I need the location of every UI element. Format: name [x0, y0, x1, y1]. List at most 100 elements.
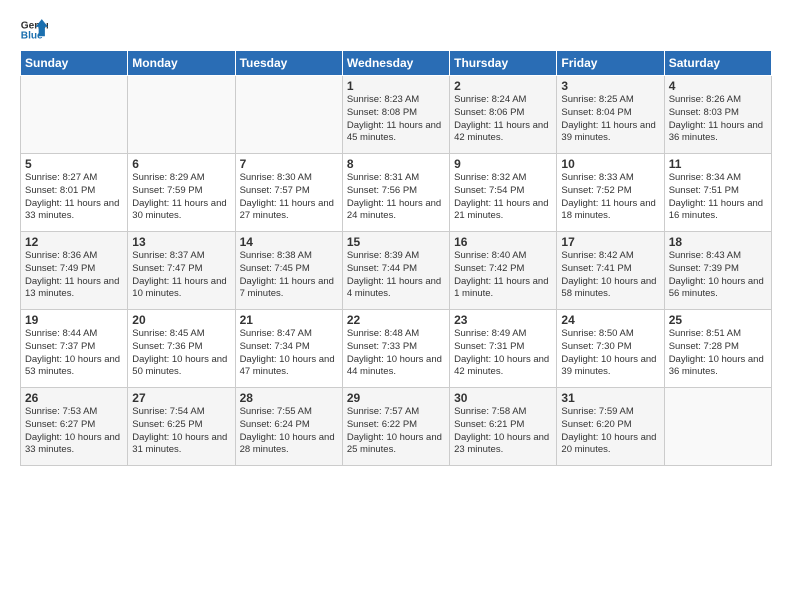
- day-info: Sunrise: 8:38 AM Sunset: 7:45 PM Dayligh…: [240, 250, 338, 301]
- day-info: Sunrise: 8:42 AM Sunset: 7:41 PM Dayligh…: [561, 250, 659, 301]
- day-number: 22: [347, 313, 445, 327]
- weekday-header-row: SundayMondayTuesdayWednesdayThursdayFrid…: [21, 51, 772, 76]
- day-info: Sunrise: 8:24 AM Sunset: 8:06 PM Dayligh…: [454, 94, 552, 145]
- day-number: 15: [347, 235, 445, 249]
- day-number: 1: [347, 79, 445, 93]
- header: General Blue: [20, 16, 772, 44]
- calendar-cell: 4Sunrise: 8:26 AM Sunset: 8:03 PM Daylig…: [664, 76, 771, 154]
- weekday-friday: Friday: [557, 51, 664, 76]
- day-info: Sunrise: 8:32 AM Sunset: 7:54 PM Dayligh…: [454, 172, 552, 223]
- day-number: 26: [25, 391, 123, 405]
- weekday-wednesday: Wednesday: [342, 51, 449, 76]
- calendar-cell: 28Sunrise: 7:55 AM Sunset: 6:24 PM Dayli…: [235, 388, 342, 466]
- day-number: 6: [132, 157, 230, 171]
- day-number: 12: [25, 235, 123, 249]
- day-info: Sunrise: 7:59 AM Sunset: 6:20 PM Dayligh…: [561, 406, 659, 457]
- calendar-cell: [235, 76, 342, 154]
- day-info: Sunrise: 8:47 AM Sunset: 7:34 PM Dayligh…: [240, 328, 338, 379]
- day-info: Sunrise: 8:40 AM Sunset: 7:42 PM Dayligh…: [454, 250, 552, 301]
- calendar-table: SundayMondayTuesdayWednesdayThursdayFrid…: [20, 50, 772, 466]
- calendar-week-5: 26Sunrise: 7:53 AM Sunset: 6:27 PM Dayli…: [21, 388, 772, 466]
- day-number: 7: [240, 157, 338, 171]
- day-info: Sunrise: 8:37 AM Sunset: 7:47 PM Dayligh…: [132, 250, 230, 301]
- day-number: 5: [25, 157, 123, 171]
- calendar-week-1: 1Sunrise: 8:23 AM Sunset: 8:08 PM Daylig…: [21, 76, 772, 154]
- calendar-cell: 12Sunrise: 8:36 AM Sunset: 7:49 PM Dayli…: [21, 232, 128, 310]
- day-number: 10: [561, 157, 659, 171]
- calendar-cell: 26Sunrise: 7:53 AM Sunset: 6:27 PM Dayli…: [21, 388, 128, 466]
- calendar-cell: [664, 388, 771, 466]
- day-info: Sunrise: 7:54 AM Sunset: 6:25 PM Dayligh…: [132, 406, 230, 457]
- day-info: Sunrise: 8:30 AM Sunset: 7:57 PM Dayligh…: [240, 172, 338, 223]
- day-number: 3: [561, 79, 659, 93]
- calendar-cell: 18Sunrise: 8:43 AM Sunset: 7:39 PM Dayli…: [664, 232, 771, 310]
- day-info: Sunrise: 8:36 AM Sunset: 7:49 PM Dayligh…: [25, 250, 123, 301]
- day-number: 18: [669, 235, 767, 249]
- calendar-cell: 20Sunrise: 8:45 AM Sunset: 7:36 PM Dayli…: [128, 310, 235, 388]
- day-info: Sunrise: 7:57 AM Sunset: 6:22 PM Dayligh…: [347, 406, 445, 457]
- day-info: Sunrise: 8:33 AM Sunset: 7:52 PM Dayligh…: [561, 172, 659, 223]
- day-info: Sunrise: 8:29 AM Sunset: 7:59 PM Dayligh…: [132, 172, 230, 223]
- day-number: 13: [132, 235, 230, 249]
- weekday-tuesday: Tuesday: [235, 51, 342, 76]
- calendar-cell: 25Sunrise: 8:51 AM Sunset: 7:28 PM Dayli…: [664, 310, 771, 388]
- day-info: Sunrise: 8:43 AM Sunset: 7:39 PM Dayligh…: [669, 250, 767, 301]
- calendar-cell: 14Sunrise: 8:38 AM Sunset: 7:45 PM Dayli…: [235, 232, 342, 310]
- calendar-week-4: 19Sunrise: 8:44 AM Sunset: 7:37 PM Dayli…: [21, 310, 772, 388]
- weekday-monday: Monday: [128, 51, 235, 76]
- calendar-cell: 7Sunrise: 8:30 AM Sunset: 7:57 PM Daylig…: [235, 154, 342, 232]
- calendar-cell: 30Sunrise: 7:58 AM Sunset: 6:21 PM Dayli…: [450, 388, 557, 466]
- day-info: Sunrise: 8:51 AM Sunset: 7:28 PM Dayligh…: [669, 328, 767, 379]
- day-number: 27: [132, 391, 230, 405]
- logo-icon: General Blue: [20, 16, 48, 44]
- calendar-cell: 17Sunrise: 8:42 AM Sunset: 7:41 PM Dayli…: [557, 232, 664, 310]
- calendar-cell: 5Sunrise: 8:27 AM Sunset: 8:01 PM Daylig…: [21, 154, 128, 232]
- day-info: Sunrise: 8:25 AM Sunset: 8:04 PM Dayligh…: [561, 94, 659, 145]
- calendar-week-2: 5Sunrise: 8:27 AM Sunset: 8:01 PM Daylig…: [21, 154, 772, 232]
- day-info: Sunrise: 8:23 AM Sunset: 8:08 PM Dayligh…: [347, 94, 445, 145]
- calendar-cell: 13Sunrise: 8:37 AM Sunset: 7:47 PM Dayli…: [128, 232, 235, 310]
- day-number: 11: [669, 157, 767, 171]
- calendar-cell: 19Sunrise: 8:44 AM Sunset: 7:37 PM Dayli…: [21, 310, 128, 388]
- day-info: Sunrise: 8:48 AM Sunset: 7:33 PM Dayligh…: [347, 328, 445, 379]
- day-number: 25: [669, 313, 767, 327]
- day-number: 14: [240, 235, 338, 249]
- weekday-sunday: Sunday: [21, 51, 128, 76]
- day-info: Sunrise: 7:55 AM Sunset: 6:24 PM Dayligh…: [240, 406, 338, 457]
- calendar-cell: 3Sunrise: 8:25 AM Sunset: 8:04 PM Daylig…: [557, 76, 664, 154]
- day-info: Sunrise: 7:53 AM Sunset: 6:27 PM Dayligh…: [25, 406, 123, 457]
- day-number: 9: [454, 157, 552, 171]
- day-number: 4: [669, 79, 767, 93]
- day-number: 24: [561, 313, 659, 327]
- weekday-thursday: Thursday: [450, 51, 557, 76]
- day-number: 16: [454, 235, 552, 249]
- day-number: 20: [132, 313, 230, 327]
- calendar-cell: 27Sunrise: 7:54 AM Sunset: 6:25 PM Dayli…: [128, 388, 235, 466]
- calendar-cell: 23Sunrise: 8:49 AM Sunset: 7:31 PM Dayli…: [450, 310, 557, 388]
- day-number: 28: [240, 391, 338, 405]
- day-info: Sunrise: 8:50 AM Sunset: 7:30 PM Dayligh…: [561, 328, 659, 379]
- calendar-cell: [21, 76, 128, 154]
- logo: General Blue: [20, 16, 48, 44]
- day-number: 21: [240, 313, 338, 327]
- day-number: 31: [561, 391, 659, 405]
- calendar-cell: 24Sunrise: 8:50 AM Sunset: 7:30 PM Dayli…: [557, 310, 664, 388]
- day-info: Sunrise: 8:45 AM Sunset: 7:36 PM Dayligh…: [132, 328, 230, 379]
- day-number: 19: [25, 313, 123, 327]
- day-info: Sunrise: 8:27 AM Sunset: 8:01 PM Dayligh…: [25, 172, 123, 223]
- day-info: Sunrise: 8:26 AM Sunset: 8:03 PM Dayligh…: [669, 94, 767, 145]
- calendar-cell: 29Sunrise: 7:57 AM Sunset: 6:22 PM Dayli…: [342, 388, 449, 466]
- calendar-cell: 8Sunrise: 8:31 AM Sunset: 7:56 PM Daylig…: [342, 154, 449, 232]
- calendar-cell: 21Sunrise: 8:47 AM Sunset: 7:34 PM Dayli…: [235, 310, 342, 388]
- day-info: Sunrise: 8:44 AM Sunset: 7:37 PM Dayligh…: [25, 328, 123, 379]
- day-info: Sunrise: 8:34 AM Sunset: 7:51 PM Dayligh…: [669, 172, 767, 223]
- day-number: 23: [454, 313, 552, 327]
- calendar-cell: 6Sunrise: 8:29 AM Sunset: 7:59 PM Daylig…: [128, 154, 235, 232]
- weekday-saturday: Saturday: [664, 51, 771, 76]
- day-number: 17: [561, 235, 659, 249]
- calendar-cell: 9Sunrise: 8:32 AM Sunset: 7:54 PM Daylig…: [450, 154, 557, 232]
- day-info: Sunrise: 7:58 AM Sunset: 6:21 PM Dayligh…: [454, 406, 552, 457]
- calendar-cell: 1Sunrise: 8:23 AM Sunset: 8:08 PM Daylig…: [342, 76, 449, 154]
- calendar-cell: 22Sunrise: 8:48 AM Sunset: 7:33 PM Dayli…: [342, 310, 449, 388]
- day-info: Sunrise: 8:31 AM Sunset: 7:56 PM Dayligh…: [347, 172, 445, 223]
